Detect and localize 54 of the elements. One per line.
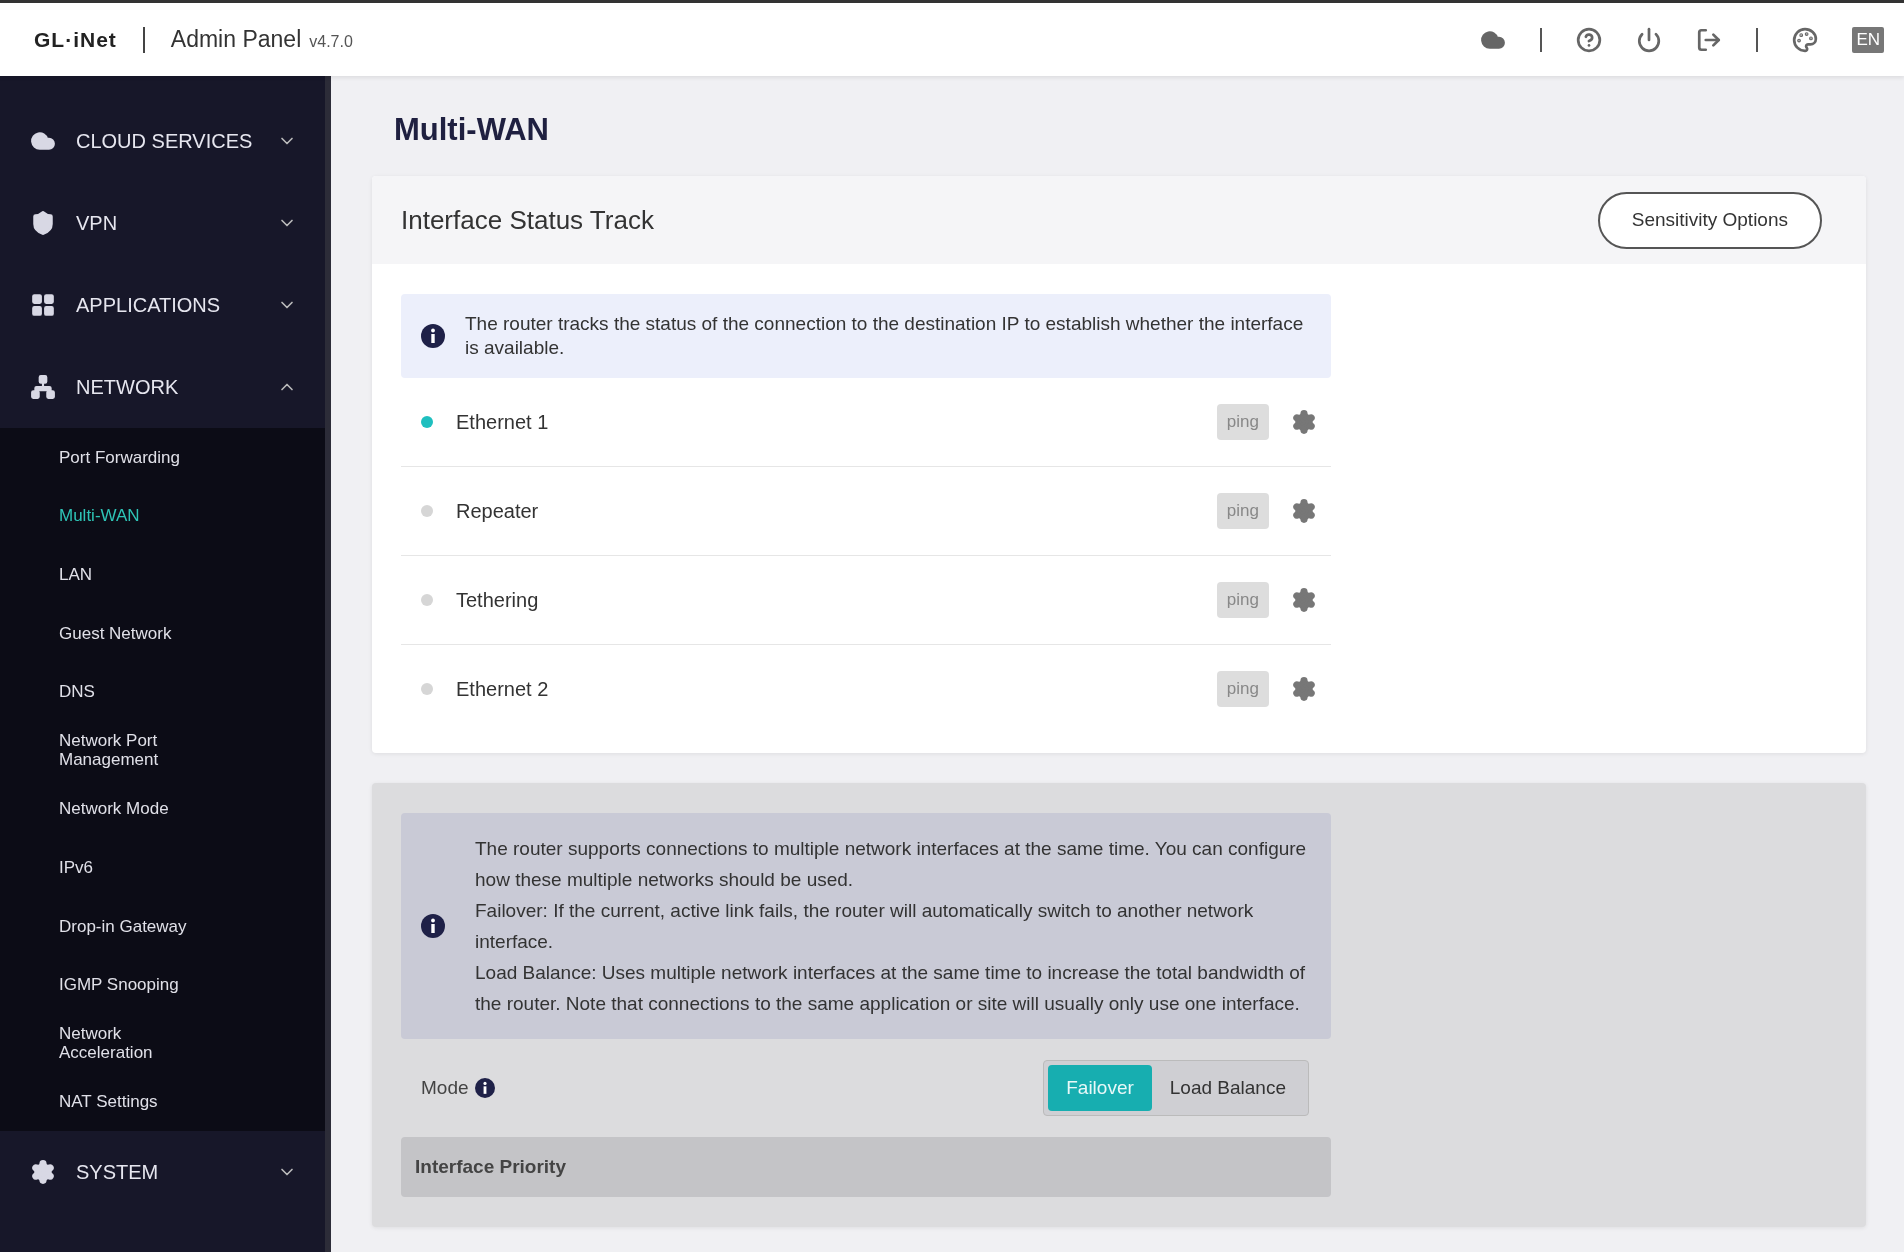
info-icon (421, 324, 445, 348)
section-heading: Interface Priority (401, 1137, 1331, 1197)
interface-name: Ethernet 1 (456, 410, 550, 434)
info-text: Failover: If the current, active link fails, the router will automatically switch to another network interface. (475, 899, 1255, 954)
logo: GL·iNet (34, 27, 117, 52)
logout-icon[interactable] (1696, 26, 1723, 53)
language-button[interactable]: EN (1852, 26, 1884, 53)
method-tag: ping (1216, 582, 1269, 618)
settings-icon[interactable] (1291, 587, 1317, 613)
sidebar-item[interactable]: Guest Network (0, 603, 325, 663)
mode-label: Mode (421, 1077, 469, 1099)
palette-icon[interactable] (1792, 26, 1819, 53)
sidebar-item[interactable]: Network Mode (0, 779, 325, 839)
info-text: The router tracks the status of the connection to the destination IP to establish whether the interface is available. (465, 312, 1305, 360)
sidebar-group[interactable]: CLOUD SERVICES (0, 100, 325, 182)
info-icon (421, 914, 445, 938)
app-title: Admin Panel (170, 26, 302, 53)
settings-icon[interactable] (1291, 409, 1317, 435)
sidebar-item[interactable]: IGMP Snooping (0, 955, 325, 1014)
sidebar-item[interactable]: Multi-WAN (0, 486, 325, 546)
info-text: Load Balance: Uses multiple network interfaces at the same time to increase the total bandwidth of the router. Note that connections to the same application or site will usually only use one interface. (475, 961, 1307, 1016)
mode-option[interactable]: Load Balance (1151, 1065, 1304, 1111)
sidebar-group[interactable]: VPN (0, 182, 325, 264)
method-tag: ping (1216, 404, 1269, 440)
sidebar-group[interactable]: NETWORK (0, 346, 325, 428)
sidebar-item[interactable]: LAN (0, 545, 325, 604)
grid-icon (30, 292, 56, 318)
info-text: The router supports connections to multiple network interfaces at the same time. You can configure how these multiple networks should be used. (475, 837, 1307, 892)
sidebar-item[interactable]: IPv6 (0, 838, 325, 897)
sidebar-item[interactable]: NAT Settings (0, 1072, 325, 1132)
shield-icon (30, 210, 56, 236)
power-icon[interactable] (1636, 26, 1663, 53)
card-title: Interface Status Track (401, 204, 654, 236)
sidebar-group[interactable]: APPLICATIONS (0, 264, 325, 346)
sensitivity-button[interactable]: Sensitivity Options (1597, 191, 1822, 249)
sidebar-item[interactable]: DNS (0, 662, 325, 721)
page-title: Multi-WAN (394, 112, 550, 149)
sidebar-item[interactable]: Network Port Management (0, 720, 325, 780)
help-icon[interactable] (1576, 26, 1603, 53)
settings-icon[interactable] (1291, 498, 1317, 524)
method-tag: ping (1216, 493, 1269, 529)
sidebar-item[interactable]: Network Acceleration (0, 1013, 325, 1073)
gear-icon (30, 1159, 56, 1186)
sidebar-item[interactable]: Port Forwarding (0, 428, 325, 487)
version-label: v4.7.0 (309, 33, 353, 51)
interface-name: Repeater (456, 499, 540, 523)
network-icon (30, 374, 56, 400)
method-tag: ping (1216, 671, 1269, 707)
sidebar-group[interactable]: SYSTEM (0, 1131, 325, 1214)
sidebar-item[interactable]: Drop-in Gateway (0, 896, 325, 956)
interface-name: Tethering (456, 588, 540, 612)
info-icon (474, 1078, 495, 1098)
settings-icon[interactable] (1291, 676, 1317, 702)
interface-name: Ethernet 2 (456, 677, 550, 701)
